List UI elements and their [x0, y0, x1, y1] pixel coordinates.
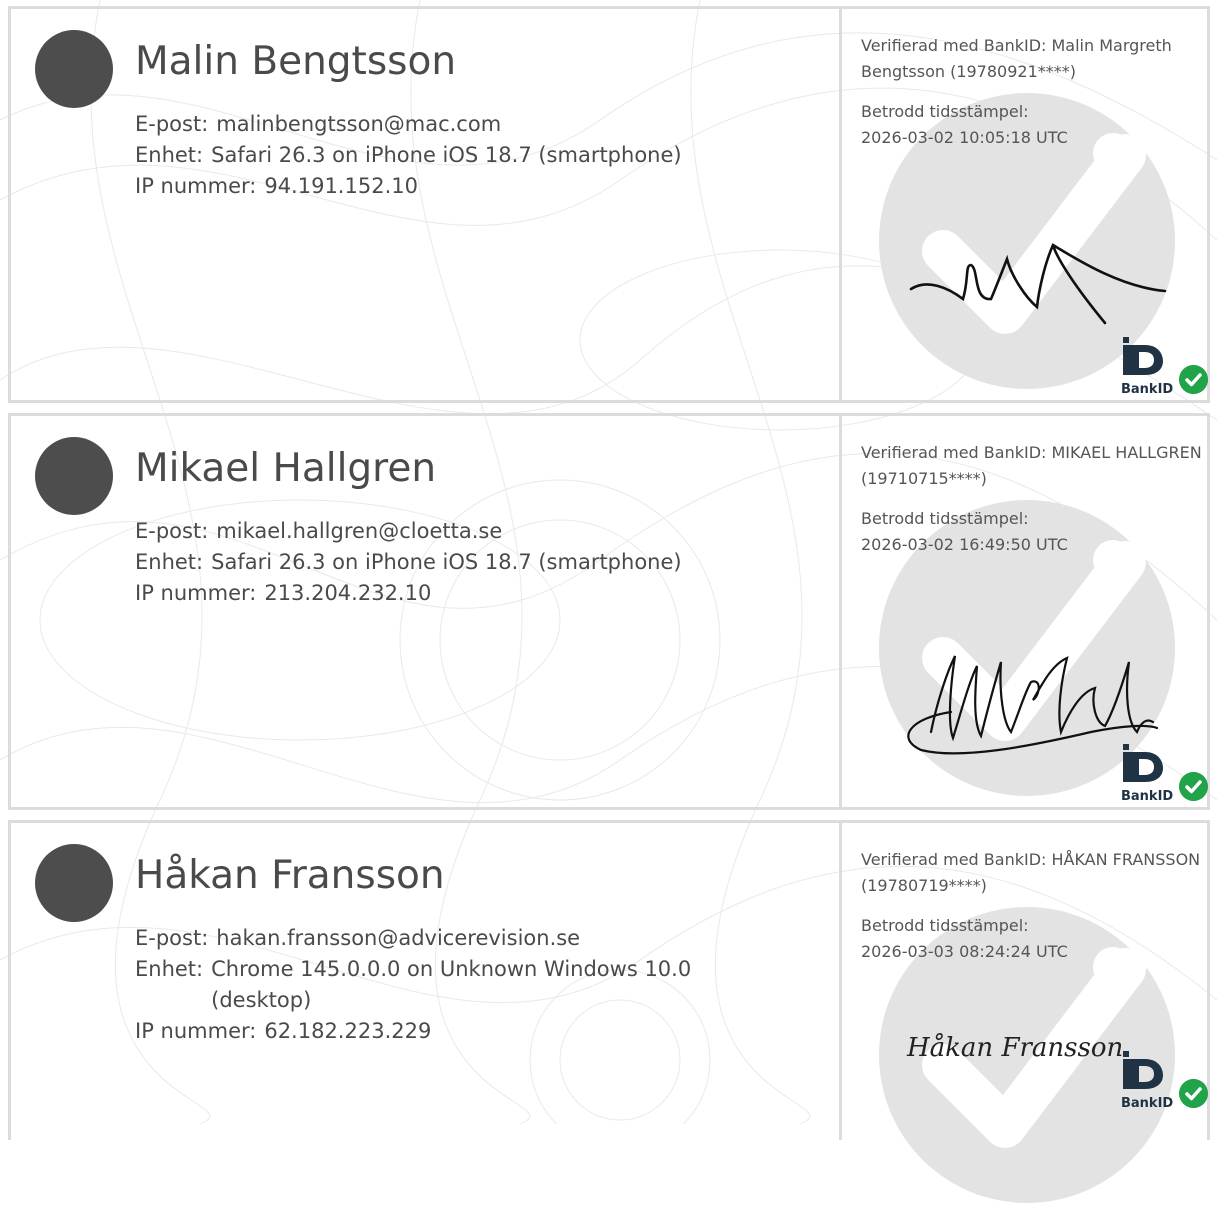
- email-value: malinbengtsson@mac.com: [216, 112, 502, 136]
- ip-value: 62.182.223.229: [264, 1019, 432, 1043]
- timestamp-label: Betrodd tidsstämpel:: [861, 509, 1029, 528]
- avatar: [35, 437, 113, 515]
- ip-value: 94.191.152.10: [264, 174, 418, 198]
- ip-label: IP nummer:: [135, 174, 257, 198]
- handwritten-signature: Håkan Fransson: [907, 1033, 1124, 1063]
- check-badge-icon: [1179, 365, 1208, 394]
- verification-text: Verifierad med BankID: MIKAEL HALLGREN (…: [861, 443, 1202, 488]
- email-label: E-post:: [135, 926, 209, 950]
- device-label: Enhet:: [135, 550, 204, 574]
- timestamp-value: 2026-03-03 08:24:24 UTC: [861, 942, 1068, 961]
- column-divider: [839, 823, 842, 1140]
- column-divider: [839, 9, 842, 400]
- device-label: Enhet:: [135, 143, 204, 167]
- handwritten-signature: [909, 243, 1167, 325]
- bankid-logo-icon: BankID: [1121, 1051, 1173, 1111]
- device-label: Enhet:: [135, 957, 204, 981]
- verification-info: Verifierad med BankID: Malin Margreth Be…: [861, 33, 1211, 165]
- bankid-logo-icon: BankID: [1121, 337, 1173, 397]
- bankid-wordmark: BankID: [1121, 1096, 1173, 1111]
- signer-name: Malin Bengtsson: [135, 39, 457, 84]
- device-value: Safari 26.3 on iPhone iOS 18.7 (smartpho…: [211, 143, 682, 167]
- email-value: hakan.fransson@advicerevision.se: [216, 926, 581, 950]
- bankid-wordmark: BankID: [1121, 382, 1173, 397]
- bankid-logo-icon: BankID: [1121, 744, 1173, 804]
- verification-info: Verifierad med BankID: HÅKAN FRANSSON (1…: [861, 847, 1211, 979]
- signer-name: Mikael Hallgren: [135, 446, 437, 491]
- signer-details: E-post: mikael.hallgren@cloetta.se Enhet:…: [135, 516, 815, 609]
- signer-details: E-post: malinbengtsson@mac.com Enhet: Safa…: [135, 109, 815, 202]
- timestamp-value: 2026-03-02 16:49:50 UTC: [861, 535, 1068, 554]
- verification-text: Verifierad med BankID: HÅKAN FRANSSON (1…: [861, 850, 1201, 895]
- bankid-wordmark: BankID: [1121, 789, 1173, 804]
- email-label: E-post:: [135, 112, 209, 136]
- signer-details: E-post: hakan.fransson@advicerevision.se …: [135, 923, 815, 1047]
- signer-card: Mikael Hallgren E-post: mikael.hallgren@c…: [8, 413, 1210, 810]
- ip-value: 213.204.232.10: [264, 581, 432, 605]
- ip-label: IP nummer:: [135, 1019, 257, 1043]
- signer-card: Malin Bengtsson E-post: malinbengtsson@ma…: [8, 6, 1210, 403]
- device-value: Chrome 145.0.0.0 on Unknown Windows 10.0…: [211, 957, 692, 1012]
- signer-name: Håkan Fransson: [135, 853, 445, 898]
- timestamp-value: 2026-03-02 10:05:18 UTC: [861, 128, 1068, 147]
- email-value: mikael.hallgren@cloetta.se: [216, 519, 503, 543]
- check-badge-icon: [1179, 1079, 1208, 1108]
- avatar: [35, 30, 113, 108]
- check-badge-icon: [1179, 772, 1208, 801]
- avatar: [35, 844, 113, 922]
- timestamp-label: Betrodd tidsstämpel:: [861, 102, 1029, 121]
- column-divider: [839, 416, 842, 807]
- timestamp-label: Betrodd tidsstämpel:: [861, 916, 1029, 935]
- device-value: Safari 26.3 on iPhone iOS 18.7 (smartpho…: [211, 550, 682, 574]
- verification-info: Verifierad med BankID: MIKAEL HALLGREN (…: [861, 440, 1211, 572]
- signer-card: Håkan Fransson E-post: hakan.fransson@adv…: [8, 820, 1211, 1203]
- ip-label: IP nummer:: [135, 581, 257, 605]
- email-label: E-post:: [135, 519, 209, 543]
- verification-text: Verifierad med BankID: Malin Margreth Be…: [861, 36, 1172, 81]
